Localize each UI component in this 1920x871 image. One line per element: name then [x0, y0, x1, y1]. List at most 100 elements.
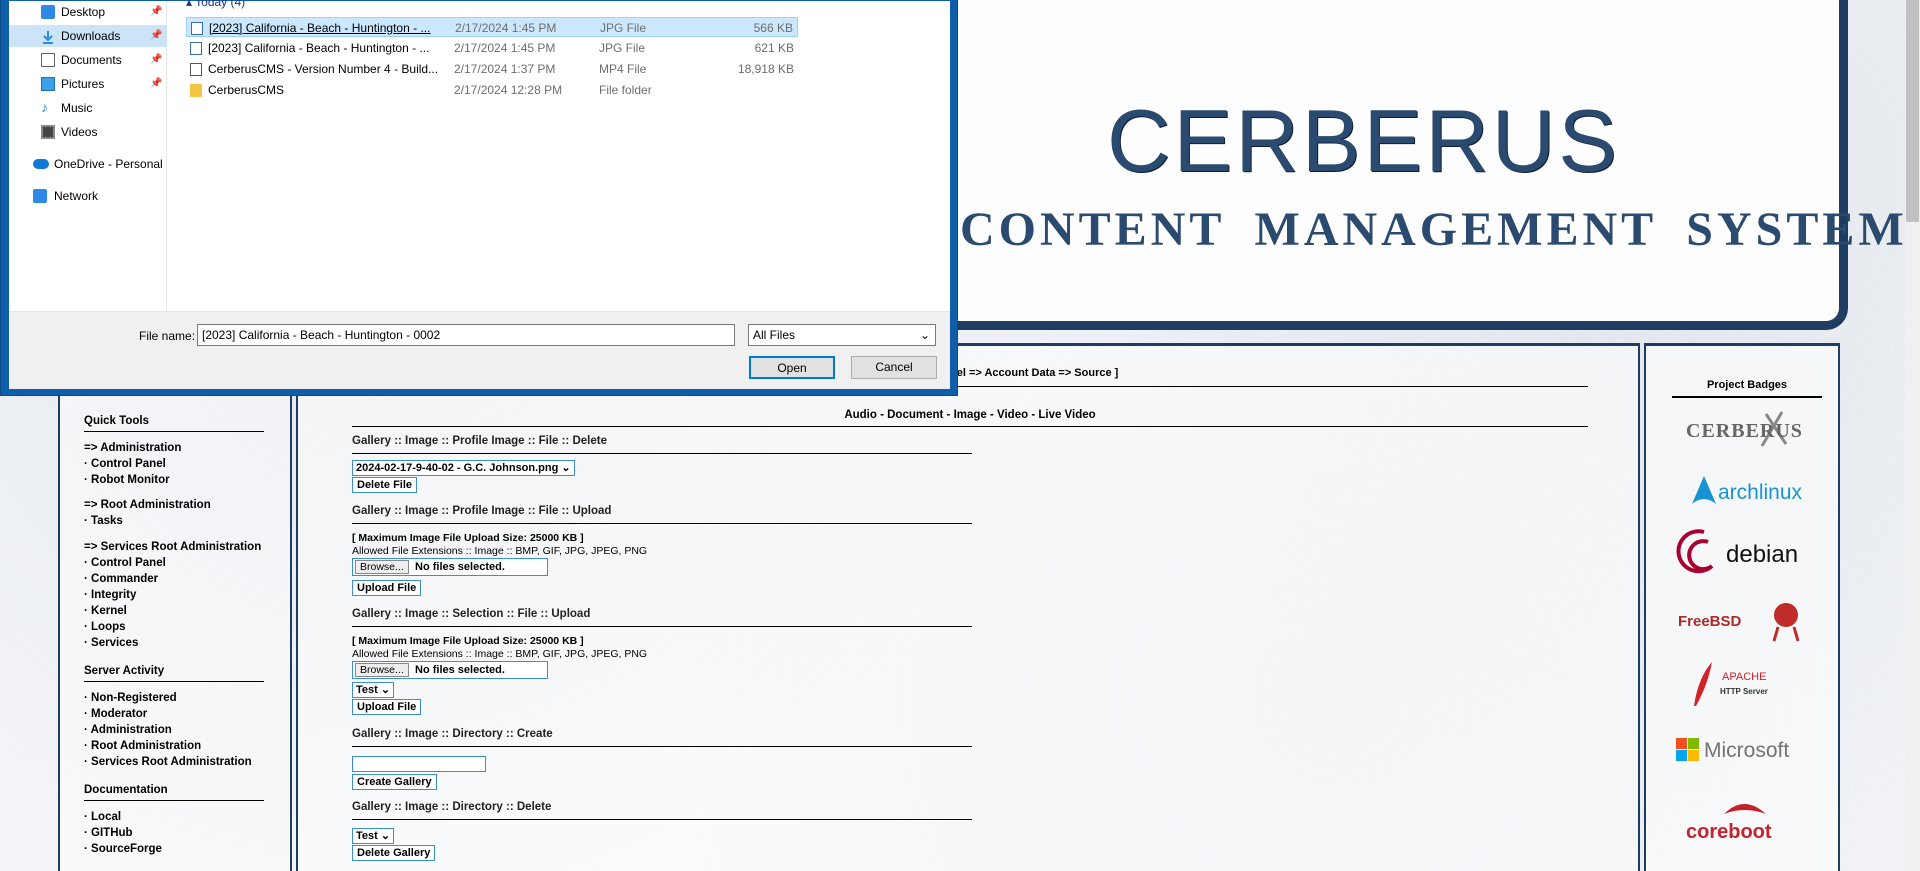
debian-logo-icon: debian — [1676, 529, 1798, 574]
debian-badge[interactable]: debian — [1674, 526, 1814, 578]
divider — [352, 523, 972, 524]
group-header-today[interactable]: ▴ Today (4) — [186, 0, 245, 9]
file-row[interactable]: CerberusCMS - Version Number 4 - Build..… — [186, 59, 798, 79]
profile-image-delete-title: Gallery :: Image :: Profile Image :: Fil… — [352, 435, 607, 447]
project-badges-panel: Project Badges CERBERUS archlinux debian… — [1644, 343, 1840, 871]
delete-file-button[interactable]: Delete File — [352, 477, 418, 493]
nav-item-onedrive[interactable]: OneDrive - Personal — [9, 153, 167, 175]
selection-file-input[interactable]: Browse... No files selected. — [352, 661, 548, 679]
sidebar-item-services-control-panel[interactable]: · Control Panel — [84, 557, 166, 569]
sidebar-item-local[interactable]: · Local — [84, 811, 121, 823]
freebsd-logo-icon: FreeBSD — [1678, 603, 1800, 642]
cerberus-badge[interactable]: CERBERUS — [1674, 404, 1814, 456]
delete-gallery-button[interactable]: Delete Gallery — [352, 845, 436, 861]
profile-image-select-value: 2024-02-17-9-40-02 - G.C. Johnson.png — [356, 462, 559, 474]
sidebar-item-sourceforge[interactable]: · SourceForge — [84, 843, 162, 855]
project-badges-title: Project Badges — [1672, 379, 1822, 398]
sidebar-item-loops[interactable]: · Loops — [84, 621, 126, 633]
apache-badge[interactable]: APACHE HTTP Server — [1674, 658, 1814, 710]
svg-text:CERBERUS: CERBERUS — [1686, 420, 1803, 442]
allowed-extensions: Allowed File Extensions :: Image :: BMP,… — [352, 648, 648, 660]
sidebar-item-tasks[interactable]: · Tasks — [84, 515, 123, 527]
sidebar-item-commander[interactable]: · Commander — [84, 573, 158, 585]
browse-button[interactable]: Browse... — [355, 663, 409, 677]
page-scrollbar[interactable] — [1905, 0, 1920, 871]
freebsd-badge[interactable]: FreeBSD — [1674, 593, 1814, 645]
open-file-dialog: Desktop 📌 Downloads 📌 Documents 📌 Pictures 📌… — [0, 0, 958, 396]
cerberus-logo-icon: CERBERUS — [1686, 411, 1803, 447]
gallery-main-panel: nel => Account Data => Source ] Audio - … — [296, 343, 1640, 871]
microsoft-badge[interactable]: Microsoft — [1674, 724, 1814, 776]
create-gallery-button[interactable]: Create Gallery — [352, 774, 437, 790]
sidebar-item-root-administration[interactable]: => Root Administration — [84, 499, 211, 511]
sidebar-item-activity-services-root-administration[interactable]: · Services Root Administration — [84, 756, 252, 768]
server-activity-heading: Server Activity — [84, 665, 264, 682]
profile-image-upload-title: Gallery :: Image :: Profile Image :: Fil… — [352, 505, 612, 517]
svg-text:archlinux: archlinux — [1718, 481, 1803, 504]
gallery-select[interactable]: Test ⌄ — [352, 682, 395, 698]
music-icon: ♪ — [41, 99, 48, 115]
directory-create-title: Gallery :: Image :: Directory :: Create — [352, 728, 553, 740]
gallery-name-input[interactable] — [352, 756, 486, 772]
gallery-select-value: Test — [356, 684, 378, 696]
sidebar-item-integrity[interactable]: · Integrity — [84, 589, 136, 601]
banner-subtitle: CONTENT MANAGEMENT SYSTEM — [960, 203, 1908, 256]
sidebar-item-activity-administration[interactable]: · Administration — [84, 724, 172, 736]
sidebar-item-administration[interactable]: => Administration — [84, 442, 181, 454]
coreboot-badge[interactable]: coreboot — [1674, 792, 1814, 844]
sidebar-item-non-registered[interactable]: · Non-Registered — [84, 692, 177, 704]
sidebar-item-services[interactable]: · Services — [84, 637, 138, 649]
open-button[interactable]: Open — [749, 356, 835, 379]
sidebar-item-control-panel[interactable]: · Control Panel — [84, 458, 166, 470]
nav-item-documents[interactable]: Documents 📌 — [9, 49, 167, 71]
chevron-down-icon: ⌄ — [380, 830, 391, 842]
quick-tools-sidebar: Quick Tools => Administration · Control … — [58, 385, 292, 871]
nav-item-videos[interactable]: Videos — [9, 121, 167, 143]
file-row[interactable]: [2023] California - Beach - Huntington -… — [186, 38, 798, 58]
nav-item-desktop[interactable]: Desktop 📌 — [9, 1, 167, 23]
divider — [352, 453, 972, 454]
chevron-down-icon: ⌄ — [561, 462, 571, 474]
dialog-footer: File name: [2023] California - Beach - H… — [9, 311, 950, 389]
archlinux-logo-icon: archlinux — [1692, 476, 1803, 504]
profile-image-select[interactable]: 2024-02-17-9-40-02 - G.C. Johnson.png ⌄ — [352, 460, 575, 476]
nav-item-music[interactable]: ♪ Music — [9, 97, 167, 119]
nav-item-downloads[interactable]: Downloads 📌 — [9, 25, 167, 47]
allowed-extensions: Allowed File Extensions :: Image :: BMP,… — [352, 545, 648, 557]
svg-text:APACHE: APACHE — [1722, 671, 1766, 683]
file-name-label: File name: — [139, 329, 196, 343]
svg-text:debian: debian — [1726, 541, 1798, 568]
coreboot-logo-icon: coreboot — [1686, 804, 1772, 843]
upload-file-button[interactable]: Upload File — [352, 580, 422, 596]
file-type-select[interactable]: All Files ⌄ — [748, 324, 936, 346]
sidebar-item-kernel[interactable]: · Kernel — [84, 605, 127, 617]
sidebar-item-activity-root-administration[interactable]: · Root Administration — [84, 740, 201, 752]
gallery-delete-select-value: Test — [356, 830, 378, 842]
browse-button[interactable]: Browse... — [355, 560, 409, 574]
gallery-delete-select[interactable]: Test ⌄ — [352, 828, 395, 844]
media-type-nav[interactable]: Audio - Document - Image - Video - Live … — [298, 409, 1642, 421]
sidebar-item-services-root-administration[interactable]: => Services Root Administration — [84, 541, 261, 553]
sidebar-item-moderator[interactable]: · Moderator — [84, 708, 147, 720]
nav-item-pictures[interactable]: Pictures 📌 — [9, 73, 167, 95]
scrollbar-thumb[interactable] — [1906, 0, 1919, 222]
file-name-input[interactable]: [2023] California - Beach - Huntington -… — [197, 324, 735, 346]
selection-upload-title: Gallery :: Image :: Selection :: File ::… — [352, 608, 591, 620]
archlinux-badge[interactable]: archlinux — [1674, 464, 1814, 516]
sidebar-item-github[interactable]: · GITHub — [84, 827, 133, 839]
file-list: ▴ Today (4) [2023] California - Beach - … — [174, 0, 950, 311]
sidebar-item-robot-monitor[interactable]: · Robot Monitor — [84, 474, 170, 486]
upload-file-button[interactable]: Upload File — [352, 699, 422, 715]
file-type-value: All Files — [753, 328, 796, 342]
file-row[interactable]: CerberusCMS 2/17/2024 12:28 PM File fold… — [186, 80, 798, 100]
max-upload-size: [ Maximum Image File Upload Size: 25000 … — [352, 635, 584, 647]
dialog-body: Desktop 📌 Downloads 📌 Documents 📌 Pictures 📌… — [9, 0, 950, 389]
cancel-button[interactable]: Cancel — [851, 356, 937, 379]
collapse-icon: ▴ — [186, 0, 196, 9]
divider — [352, 626, 972, 627]
nav-item-network[interactable]: Network — [9, 185, 167, 207]
site-banner: CERBERUS CONTENT MANAGEMENT SYSTEM — [900, 0, 1904, 330]
profile-image-file-input[interactable]: Browse... No files selected. — [352, 558, 548, 576]
video-file-icon — [190, 63, 202, 76]
file-row[interactable]: [2023] California - Beach - Huntington -… — [186, 17, 798, 37]
